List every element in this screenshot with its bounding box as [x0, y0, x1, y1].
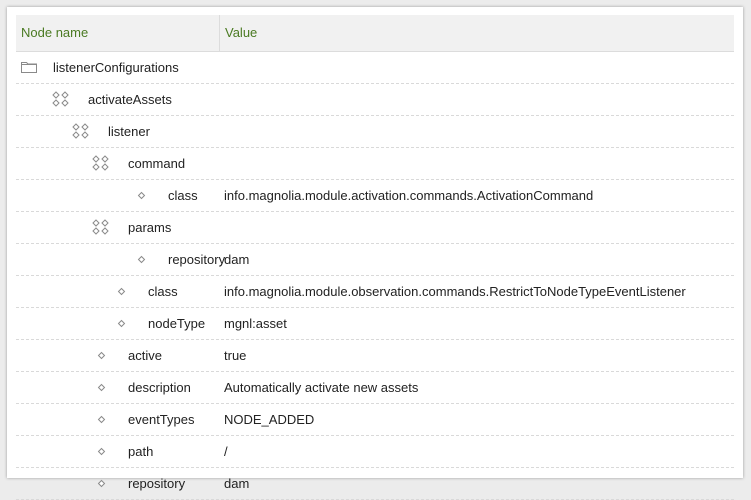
node-name: listener: [108, 124, 150, 139]
tree-row[interactable]: activateAssets: [16, 84, 734, 116]
panel-frame: Node name Value listenerConfigurations ac…: [7, 7, 743, 500]
node-value: NODE_ADDED: [224, 412, 315, 427]
tree-row[interactable]: active true: [16, 340, 734, 372]
node-value: dam: [224, 252, 250, 267]
tree-table: Node name Value listenerConfigurations ac…: [16, 15, 734, 500]
tree-row[interactable]: listener: [16, 116, 734, 148]
property-icon: [97, 479, 106, 488]
tree-row[interactable]: params: [16, 212, 734, 244]
column-header-value[interactable]: Value: [225, 15, 257, 51]
table-header: Node name Value: [16, 15, 734, 52]
property-icon: [97, 351, 106, 360]
column-divider[interactable]: [219, 15, 220, 51]
property-icon: [117, 319, 126, 328]
tree-row[interactable]: class info.magnolia.module.observation.co…: [16, 276, 734, 308]
node-name: class: [148, 284, 178, 299]
node-value: info.magnolia.module.activation.commands…: [224, 188, 594, 203]
tree-row[interactable]: command: [16, 148, 734, 180]
tree-row[interactable]: repository dam: [16, 468, 734, 500]
node-value: info.magnolia.module.observation.command…: [224, 284, 686, 299]
node-value: mgnl:asset: [224, 316, 287, 331]
node-value: Automatically activate new assets: [224, 380, 419, 395]
node-name: description: [128, 380, 191, 395]
property-icon: [117, 287, 126, 296]
node-name: repository: [168, 252, 226, 267]
tree-rows: listenerConfigurations activateAssets list…: [16, 52, 734, 500]
node-value: true: [224, 348, 247, 363]
property-icon: [137, 255, 146, 264]
node-name: class: [168, 188, 198, 203]
node-name: active: [128, 348, 162, 363]
node-name: activateAssets: [88, 92, 172, 107]
node-name: repository: [128, 476, 186, 491]
tree-row[interactable]: eventTypes NODE_ADDED: [16, 404, 734, 436]
node-name: eventTypes: [128, 412, 195, 427]
node-name: listenerConfigurations: [53, 60, 179, 75]
column-header-node-name[interactable]: Node name: [21, 15, 88, 51]
property-icon: [97, 383, 106, 392]
node-value: dam: [224, 476, 250, 491]
tree-row[interactable]: description Automatically activate new as…: [16, 372, 734, 404]
node-name: nodeType: [148, 316, 206, 331]
content-node-icon: [72, 123, 90, 140]
tree-row[interactable]: path /: [16, 436, 734, 468]
tree-row[interactable]: repository dam: [16, 244, 734, 276]
tree-row[interactable]: class info.magnolia.module.activation.com…: [16, 180, 734, 212]
content-node-icon: [92, 219, 110, 236]
property-icon: [97, 415, 106, 424]
tree-row[interactable]: nodeType mgnl:asset: [16, 308, 734, 340]
property-icon: [137, 191, 146, 200]
node-name: command: [128, 156, 186, 171]
content-node-icon: [92, 155, 110, 172]
property-icon: [97, 447, 106, 456]
content-node-icon: [52, 91, 70, 108]
tree-row[interactable]: listenerConfigurations: [16, 52, 734, 84]
node-name: path: [128, 444, 154, 459]
folder-icon: [21, 61, 37, 73]
node-value: /: [224, 444, 228, 459]
node-name: params: [128, 220, 172, 235]
